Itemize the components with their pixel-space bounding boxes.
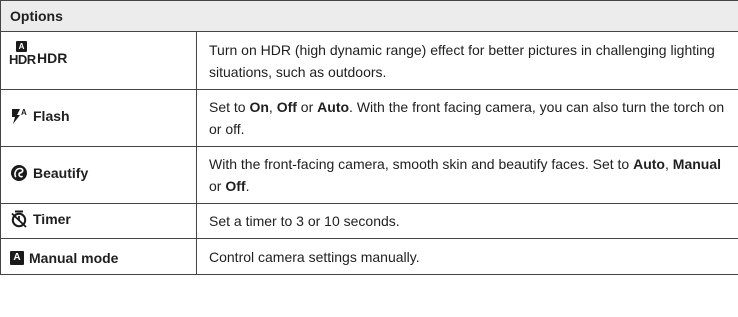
option-value: Off bbox=[276, 99, 297, 115]
description-text: , bbox=[268, 99, 277, 115]
flash-auto-icon: A bbox=[10, 107, 28, 125]
table-header: Options bbox=[0, 0, 738, 32]
table-row: A Manual mode Control camera settings ma… bbox=[0, 238, 738, 275]
option-description: With the front-facing camera, smooth ski… bbox=[195, 146, 738, 204]
options-table: Options A HDR HDR Turn on HDR (high dyna… bbox=[0, 0, 738, 275]
option-label-cell: A Manual mode bbox=[0, 238, 197, 275]
description-text: or bbox=[296, 99, 318, 115]
option-label-cell: A HDR HDR bbox=[0, 31, 197, 90]
option-label-cell: A Flash bbox=[0, 89, 197, 147]
option-description: Set to On, Off or Auto. With the front f… bbox=[195, 89, 738, 147]
table-row: A HDR HDR Turn on HDR (high dynamic rang… bbox=[0, 31, 738, 90]
option-value: On bbox=[249, 99, 269, 115]
description-text: or bbox=[209, 178, 226, 194]
description-text: , bbox=[665, 156, 673, 172]
table-row: Timer Set a timer to 3 or 10 seconds. bbox=[0, 203, 738, 239]
hdr-icon: A HDR bbox=[9, 40, 36, 67]
description-text: Turn on HDR (high dynamic range) effect … bbox=[209, 41, 715, 80]
beautify-icon bbox=[10, 164, 28, 182]
option-label: Timer bbox=[33, 211, 71, 227]
option-value: Manual bbox=[672, 156, 722, 172]
option-label-cell: Timer bbox=[0, 203, 197, 239]
option-value: Auto bbox=[317, 99, 350, 115]
option-label: Flash bbox=[33, 108, 70, 124]
description-text: With the front-facing camera, smooth ski… bbox=[209, 156, 634, 172]
description-text: Set to bbox=[209, 99, 250, 115]
manual-mode-icon: A bbox=[10, 251, 24, 265]
option-label: Beautify bbox=[33, 165, 89, 181]
option-value: Off bbox=[225, 178, 246, 194]
option-description: Set a timer to 3 or 10 seconds. bbox=[195, 203, 738, 239]
option-value: Auto bbox=[633, 156, 665, 172]
description-text: Control camera settings manually. bbox=[209, 248, 420, 265]
table-row: A Flash Set to On, Off or Auto. With the… bbox=[0, 89, 738, 147]
option-description: Turn on HDR (high dynamic range) effect … bbox=[195, 31, 738, 90]
description-text: . bbox=[245, 178, 250, 194]
timer-icon bbox=[10, 210, 28, 228]
table-row: Beautify With the front-facing camera, s… bbox=[0, 146, 738, 204]
option-label: Manual mode bbox=[29, 250, 119, 266]
option-description: Control camera settings manually. bbox=[195, 238, 738, 275]
svg-text:A: A bbox=[21, 108, 27, 117]
description-text: Set a timer to 3 or 10 seconds. bbox=[209, 213, 400, 229]
option-label: HDR bbox=[37, 49, 68, 66]
option-label-cell: Beautify bbox=[0, 146, 197, 204]
